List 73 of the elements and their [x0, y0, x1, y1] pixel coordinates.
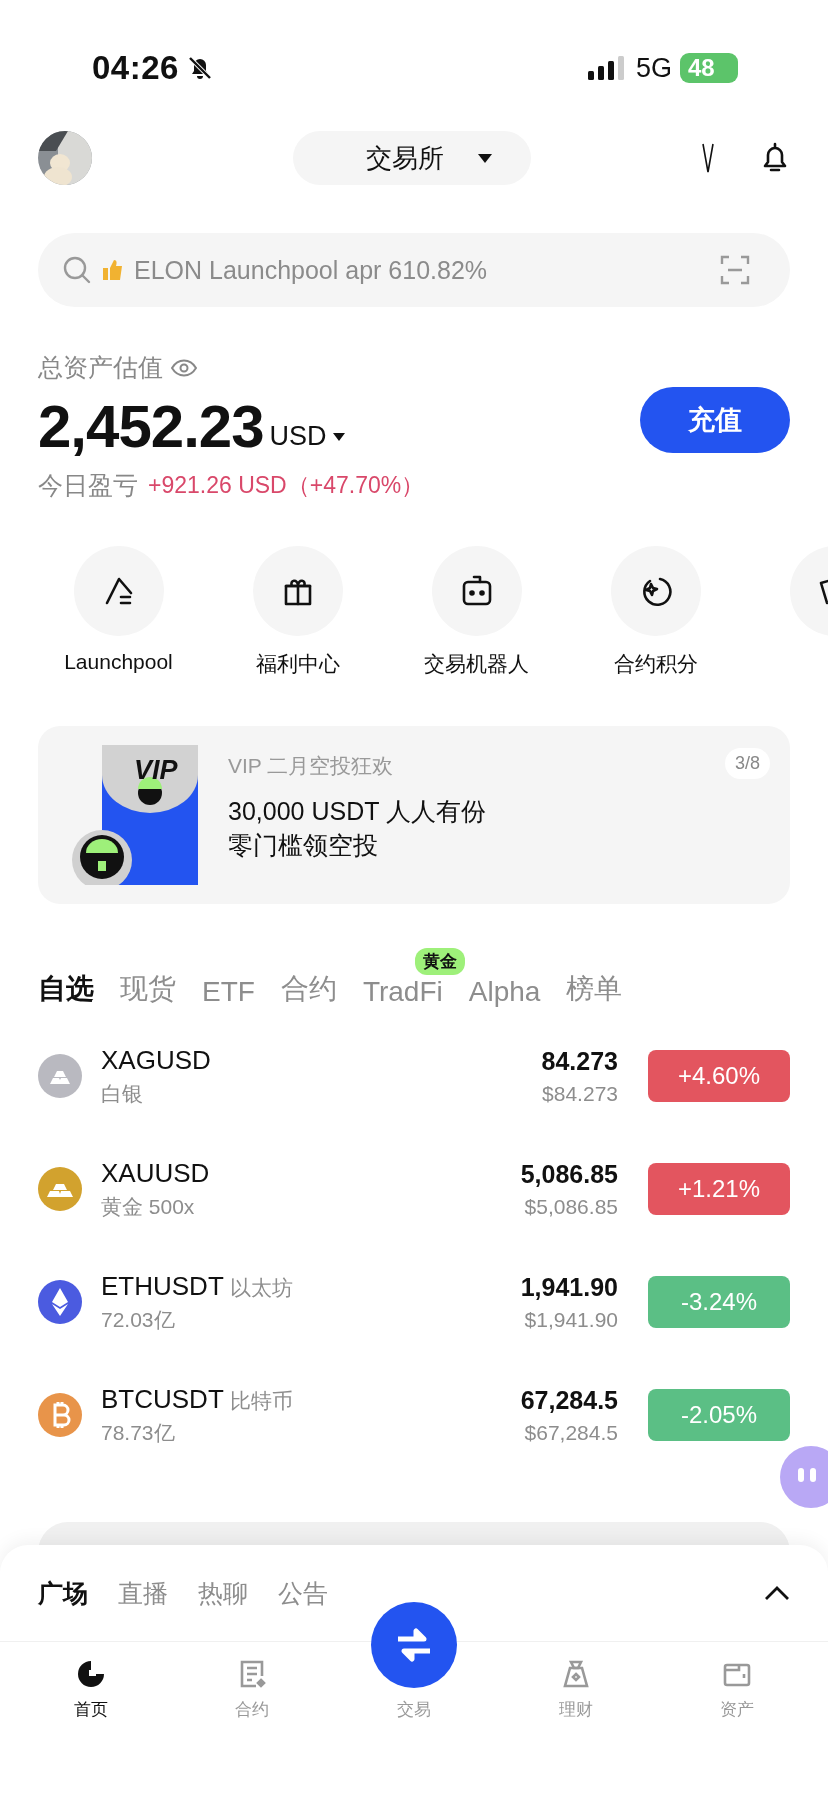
network-label: 5G: [635, 52, 672, 84]
market-tab[interactable]: 自选: [38, 970, 94, 1008]
banner-title: 30,000 USDT 人人有份: [228, 796, 486, 827]
assets-label: 总资产估值: [38, 352, 163, 383]
caret-icon: [478, 153, 492, 163]
thumbs-up-icon: [102, 259, 124, 281]
status-time: 04:26: [92, 49, 179, 87]
shortcut-button[interactable]: 福利中心: [208, 546, 387, 678]
search-field[interactable]: ELON Launchpool apr 610.82%: [38, 233, 790, 307]
scan-icon[interactable]: [720, 255, 750, 285]
asset-subtitle: 黄金 500x: [101, 1193, 196, 1220]
symbol-label: BTCUSDT: [101, 1383, 224, 1415]
nav-tab[interactable]: 首页: [10, 1642, 172, 1722]
page-counter: 3/8: [724, 748, 770, 779]
shortcut-button[interactable]: 合约积分: [566, 546, 745, 678]
usd-price: $1,941.90: [524, 1307, 618, 1332]
market-tab[interactable]: ETF: [202, 976, 255, 1008]
ethereum-icon: [38, 1280, 82, 1324]
asset-subtitle: 白银: [101, 1080, 144, 1107]
tag-label: 黄金: [414, 948, 465, 975]
total-balance: 2,452.23: [38, 392, 264, 461]
pnl-value: +921.26 USD（+47.70%）: [148, 471, 425, 500]
shortcut-button[interactable]: Launchpool: [29, 546, 208, 678]
promo-banner[interactable]: VIP VIP 二月空投狂欢 30,000 USDT 人人有份 零门槛领空投 3/8: [38, 726, 790, 904]
usd-price: $67,284.5: [524, 1420, 618, 1445]
deposit-button[interactable]: 充值: [640, 386, 790, 453]
search-icon: [62, 255, 92, 285]
vip-logo: VIP: [134, 755, 178, 786]
feed-tab[interactable]: 热聊: [198, 1576, 248, 1610]
price-label: 1,941.90: [520, 1272, 618, 1302]
market-tab[interactable]: Alpha: [468, 976, 541, 1008]
bullion-icon: [38, 1167, 82, 1211]
market-tab[interactable]: 现货: [120, 970, 176, 1008]
change-badge[interactable]: +4.60%: [648, 1050, 790, 1102]
bitcoin-icon: [38, 1393, 82, 1437]
caret-icon: [332, 432, 345, 441]
change-badge[interactable]: +1.21%: [648, 1163, 790, 1215]
feed-tab[interactable]: 直播: [118, 1576, 168, 1610]
nav-tab[interactable]: 资产: [656, 1642, 818, 1722]
pnl-label: 今日盈亏: [38, 470, 138, 501]
price-label: 67,284.5: [520, 1385, 618, 1415]
symbol-label: XAGUSD: [101, 1044, 211, 1076]
price-label: 84.273: [541, 1046, 618, 1076]
market-tab[interactable]: 榜单: [566, 970, 623, 1008]
price-label: 5,086.85: [520, 1159, 618, 1189]
chevron-up-icon[interactable]: [764, 1585, 790, 1601]
change-badge[interactable]: -2.05%: [648, 1389, 790, 1441]
battery-indicator: 48: [680, 53, 738, 83]
symbol-label: ETHUSDT: [101, 1270, 224, 1302]
nav-tab[interactable]: 合约: [171, 1642, 334, 1722]
market-tab[interactable]: 合约: [280, 970, 337, 1008]
feed-tab[interactable]: 广场: [38, 1576, 88, 1610]
banner-subtitle: VIP 二月空投狂欢: [228, 753, 395, 779]
nav-tab[interactable]: 理财: [494, 1642, 657, 1722]
shortcut-button[interactable]: 交易机器人: [387, 546, 566, 678]
asset-subtitle: 72.03亿: [101, 1306, 176, 1333]
search-placeholder: ELON Launchpool apr 610.82%: [134, 255, 489, 285]
feed-tab[interactable]: 公告: [278, 1576, 328, 1610]
currency-selector[interactable]: USD: [269, 421, 345, 452]
metal-bars-icon: [38, 1054, 82, 1098]
usd-price: $5,086.85: [524, 1194, 618, 1219]
banner-text: 零门槛领空投: [228, 830, 379, 861]
usd-price: $84.273: [542, 1081, 618, 1106]
nav-tab[interactable]: 交易: [333, 1602, 495, 1722]
exchange-selector[interactable]: 交易所: [293, 131, 531, 185]
v-logo-icon[interactable]: [702, 143, 714, 173]
market-tab[interactable]: TradFi: [362, 976, 443, 1008]
asset-subtitle: 78.73亿: [101, 1419, 176, 1446]
change-badge[interactable]: -3.24%: [648, 1276, 790, 1328]
asset-name: 比特币: [229, 1387, 293, 1414]
symbol-label: XAUUSD: [101, 1157, 210, 1189]
asset-name: 以太坊: [229, 1274, 293, 1301]
eye-icon[interactable]: [171, 358, 197, 377]
